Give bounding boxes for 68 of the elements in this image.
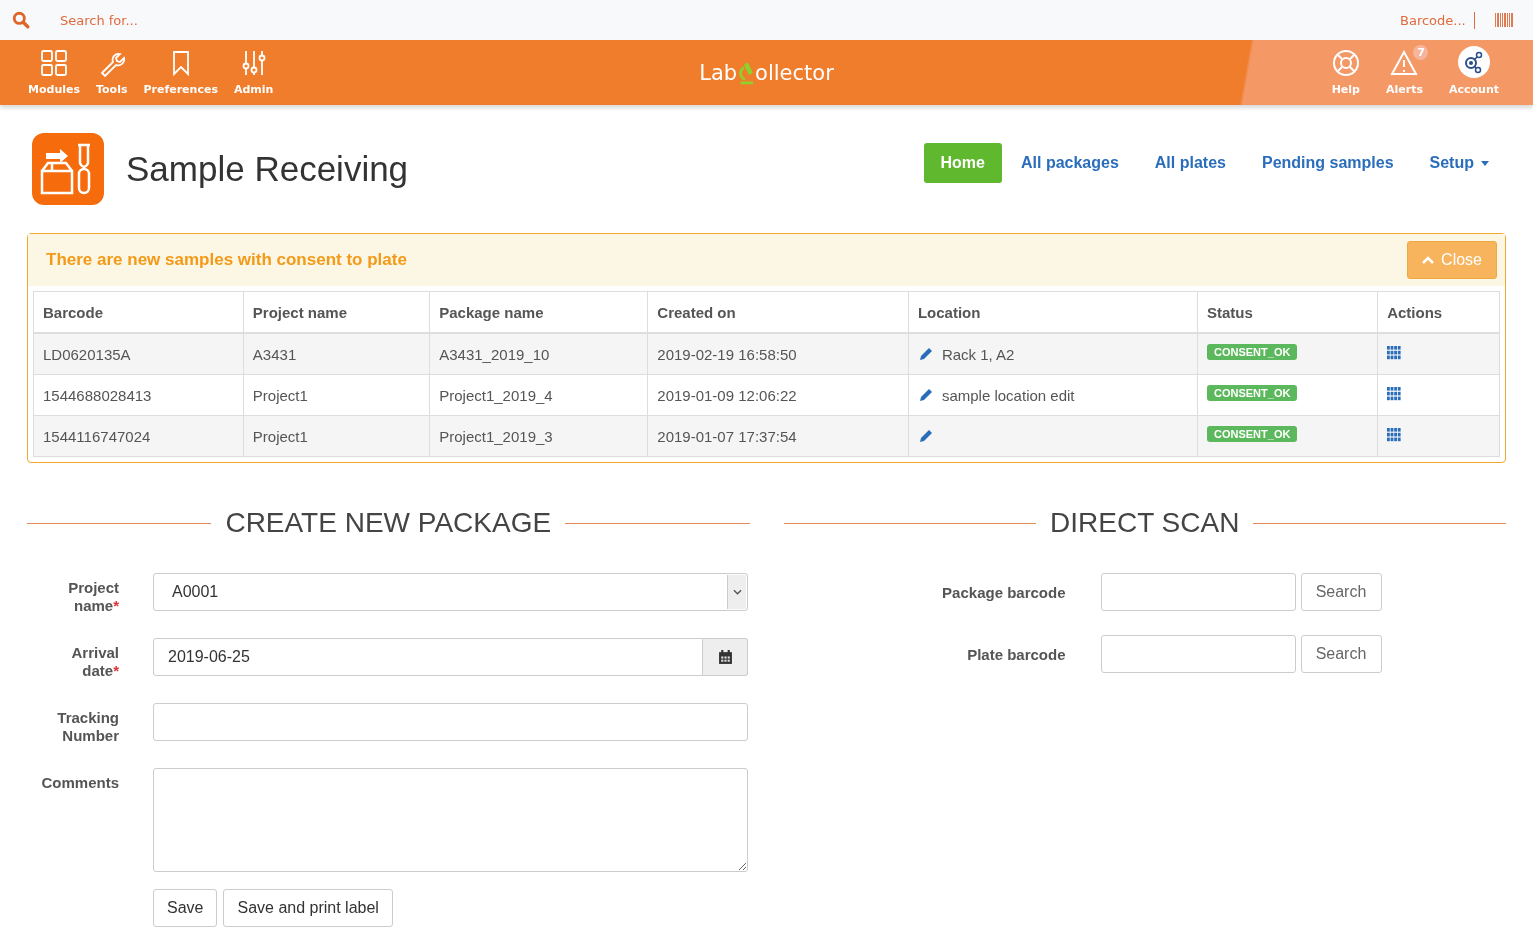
search-field[interactable]: Search for... <box>58 11 362 29</box>
grid-icon[interactable] <box>1387 386 1402 401</box>
calendar-icon <box>717 649 733 665</box>
pencil-icon[interactable] <box>917 387 934 403</box>
page-title: Sample Receiving <box>126 149 409 189</box>
section-heading: DIRECT SCAN <box>1050 507 1240 539</box>
table-cell: Project1 <box>243 415 430 457</box>
table-cell: LD0620135A <box>33 333 244 375</box>
table-cell: 2019-02-19 16:58:50 <box>647 333 909 375</box>
date-field[interactable]: 2019-06-25 <box>153 638 703 676</box>
status-badge: CONSENT_OK <box>1207 343 1298 360</box>
grid-icon[interactable] <box>1387 345 1402 360</box>
panel-title: There are new samples with consent to plate <box>46 250 407 270</box>
comments-field[interactable] <box>153 768 748 872</box>
field-label: Comments <box>40 773 119 792</box>
lifebuoy-icon[interactable] <box>1331 49 1360 77</box>
table-cell: 2019-01-07 17:37:54 <box>647 415 909 457</box>
table-cell: 1544116747024 <box>33 415 244 457</box>
tracking-field[interactable] <box>153 703 748 741</box>
pencil-icon[interactable] <box>917 428 934 444</box>
grid-icon[interactable] <box>40 49 68 77</box>
field-label: Plate barcode <box>966 645 1066 663</box>
table-cell: 1544688028413 <box>33 374 244 416</box>
nav-tab[interactable]: All plates <box>1137 143 1243 183</box>
status-badge: CONSENT_OK <box>1207 425 1298 442</box>
search-button[interactable]: Search <box>1300 573 1382 611</box>
nav-tab[interactable]: Setup <box>1412 143 1506 183</box>
field-label: Arrival date* <box>70 643 119 680</box>
form-button[interactable]: Save <box>153 889 218 927</box>
table-cell: Project1_2019_4 <box>429 374 648 416</box>
logo-text: Lab <box>699 60 738 85</box>
nav-tab[interactable]: All packages <box>1004 143 1136 183</box>
nav-item[interactable]: Modules <box>22 49 86 96</box>
microscope-icon <box>737 60 756 85</box>
table-cell: A3431 <box>243 333 430 375</box>
table-cell: Project1_2019_3 <box>429 415 648 457</box>
nav-tab[interactable]: Pending samples <box>1244 143 1411 183</box>
nav-item[interactable]: Tools <box>90 49 134 96</box>
alert-count-badge: 7 <box>1413 45 1429 60</box>
chevron-up-icon <box>1422 256 1435 264</box>
barcode-field[interactable]: Barcode... <box>1398 11 1475 29</box>
table-cell: A3431_2019_10 <box>429 333 648 375</box>
warning-icon[interactable] <box>1390 49 1419 77</box>
barcode-input[interactable] <box>1100 573 1296 611</box>
field-label: Tracking Number <box>56 708 119 745</box>
table-cell: Project1 <box>243 374 430 416</box>
caret-icon <box>732 589 742 595</box>
search-icon[interactable] <box>12 11 30 29</box>
form-button[interactable]: Save and print label <box>223 889 393 927</box>
field-label: Package barcode <box>941 583 1066 601</box>
location-text: sample location edit <box>941 386 1075 404</box>
grid-icon[interactable] <box>1387 427 1402 442</box>
account-icon[interactable] <box>1456 45 1491 79</box>
barcode-icon[interactable] <box>1495 13 1513 27</box>
search-button[interactable]: Search <box>1300 635 1382 673</box>
field-label: Project name* <box>67 578 119 615</box>
nav-item[interactable]: Preferences <box>137 49 224 96</box>
project-select[interactable]: A0001 <box>153 573 748 611</box>
logo-text: ollector <box>755 60 834 85</box>
barcode-input[interactable] <box>1100 635 1296 673</box>
status-badge: CONSENT_OK <box>1207 384 1298 401</box>
nav-item[interactable]: Admin <box>227 49 280 96</box>
table-cell: 2019-01-09 12:06:22 <box>647 374 909 416</box>
pencil-icon[interactable] <box>917 346 934 362</box>
section-heading: CREATE NEW PACKAGE <box>225 507 552 539</box>
calendar-button[interactable] <box>703 638 748 676</box>
package-sample-icon <box>32 133 104 205</box>
location-text: Rack 1, A2 <box>941 345 1015 363</box>
